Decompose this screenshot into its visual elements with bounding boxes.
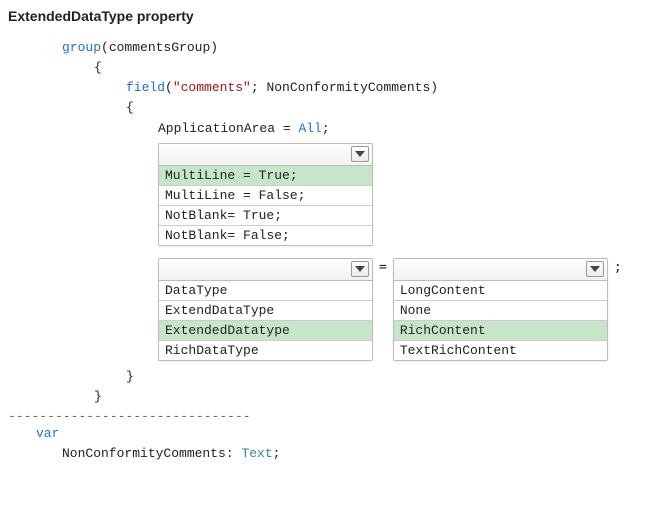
chevron-down-icon[interactable] [351,146,369,162]
dropdown-property-value-list: LongContent None RichContent TextRichCon… [394,281,607,360]
brace-close-field: } [8,367,641,387]
dropdown-option[interactable]: NotBlank= False; [159,226,372,245]
dropdown-property-value-header[interactable] [394,259,607,281]
code-line-apparea: ApplicationArea = All; [8,119,641,139]
page-title: ExtendedDataType property [8,8,641,24]
dropdown-property-name[interactable]: DataType ExtendDataType ExtendedDatatype… [158,258,373,361]
dropdown-option[interactable]: ExtendedDatatype [159,321,372,341]
dropdown-option[interactable]: NotBlank= True; [159,206,372,226]
dropdown-property-name-header[interactable] [159,259,372,281]
dropdown-option[interactable]: MultiLine = False; [159,186,372,206]
chevron-down-icon[interactable] [351,261,369,277]
code-line-group: group(commentsGroup) [8,38,641,58]
dropdown-property-name-list: DataType ExtendDataType ExtendedDatatype… [159,281,372,360]
field-close: ) [430,80,438,95]
field-sep: ; [251,80,267,95]
trailing-semicolon: ; [614,258,622,275]
dropdown-property-value[interactable]: LongContent None RichContent TextRichCon… [393,258,608,361]
var-type: Text [241,446,272,461]
keyword-field: field [126,80,165,95]
var-name: NonConformityComments [62,446,226,461]
field-ident: NonConformityComments [266,80,430,95]
separator-dashes: ------------------------------- [8,409,641,424]
var-colon: : [226,446,242,461]
dropdown-option[interactable]: TextRichContent [394,341,607,360]
dropdown-option[interactable]: DataType [159,281,372,301]
apparea-semicolon: ; [322,121,330,136]
var-declaration: NonConformityComments: Text; [8,444,641,464]
dropdown-option[interactable]: ExtendDataType [159,301,372,321]
var-keyword-line: var [8,424,641,444]
dropdown-option[interactable]: None [394,301,607,321]
group-arg: commentsGroup [109,40,210,55]
dropdown-properties[interactable]: MultiLine = True; MultiLine = False; Not… [158,143,373,246]
var-semicolon: ; [273,446,281,461]
brace-open-field: { [8,98,641,118]
dropdown-properties-list: MultiLine = True; MultiLine = False; Not… [159,166,372,245]
apparea-value: All [298,121,321,136]
code-line-field: field("comments"; NonConformityComments) [8,78,641,98]
dropdown-option[interactable]: RichContent [394,321,607,341]
dropdown-option[interactable]: LongContent [394,281,607,301]
brace-open-group: { [8,58,641,78]
dropdown-properties-header[interactable] [159,144,372,166]
equals-text: = [379,258,387,275]
dropdown-option[interactable]: RichDataType [159,341,372,360]
dropdown-option[interactable]: MultiLine = True; [159,166,372,186]
keyword-group: group [62,40,101,55]
brace-close-group: } [8,387,641,407]
chevron-down-icon[interactable] [586,261,604,277]
apparea-label: ApplicationArea = [158,121,298,136]
keyword-var: var [36,426,59,441]
field-string: "comments" [173,80,251,95]
